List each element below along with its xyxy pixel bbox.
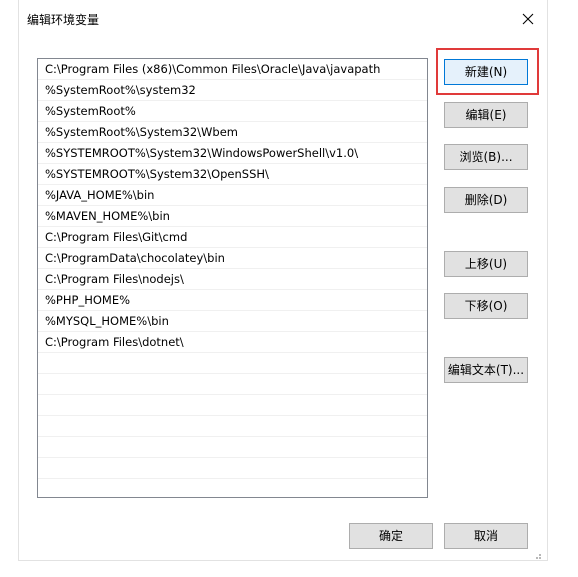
path-list-item[interactable]: %MYSQL_HOME%\bin	[38, 311, 427, 332]
path-list-item[interactable]: %MAVEN_HOME%\bin	[38, 206, 427, 227]
path-list-item[interactable]: C:\Program Files\Git\cmd	[38, 227, 427, 248]
path-list-item[interactable]: %PHP_HOME%	[38, 290, 427, 311]
empty-list-row[interactable]	[38, 395, 427, 416]
highlight-box	[436, 48, 539, 95]
resize-grip-icon[interactable]	[532, 549, 542, 559]
empty-list-row[interactable]	[38, 416, 427, 437]
path-list-item[interactable]: C:\Program Files\dotnet\	[38, 332, 427, 353]
path-list-item[interactable]: %SystemRoot%\system32	[38, 80, 427, 101]
path-list-item[interactable]: %SystemRoot%	[38, 101, 427, 122]
path-list-item[interactable]: %JAVA_HOME%\bin	[38, 185, 427, 206]
close-button[interactable]	[517, 8, 539, 30]
empty-list-row[interactable]	[38, 437, 427, 458]
path-list[interactable]: C:\Program Files (x86)\Common Files\Orac…	[37, 58, 428, 498]
delete-button[interactable]: 删除(D)	[444, 187, 528, 213]
path-list-item[interactable]: %SystemRoot%\System32\Wbem	[38, 122, 427, 143]
path-list-item[interactable]: C:\ProgramData\chocolatey\bin	[38, 248, 427, 269]
empty-list-row[interactable]	[38, 458, 427, 479]
move-up-button[interactable]: 上移(U)	[444, 251, 528, 277]
edit-button[interactable]: 编辑(E)	[444, 102, 528, 128]
empty-list-row[interactable]	[38, 374, 427, 395]
dialog-title: 编辑环境变量	[27, 13, 100, 27]
empty-list-row[interactable]	[38, 353, 427, 374]
ok-button[interactable]: 确定	[349, 523, 433, 549]
browse-button[interactable]: 浏览(B)...	[444, 144, 528, 170]
move-down-button[interactable]: 下移(O)	[444, 293, 528, 319]
cancel-button[interactable]: 取消	[444, 523, 528, 549]
page: 编辑环境变量 C:\Program Files (x86)\Common Fil…	[0, 0, 578, 577]
path-list-item[interactable]: %SYSTEMROOT%\System32\WindowsPowerShell\…	[38, 143, 427, 164]
path-list-item[interactable]: C:\Program Files (x86)\Common Files\Orac…	[38, 59, 427, 80]
path-list-item[interactable]: %SYSTEMROOT%\System32\OpenSSH\	[38, 164, 427, 185]
close-icon	[522, 13, 534, 25]
path-list-item[interactable]: C:\Program Files\nodejs\	[38, 269, 427, 290]
edit-text-button[interactable]: 编辑文本(T)...	[444, 357, 528, 383]
